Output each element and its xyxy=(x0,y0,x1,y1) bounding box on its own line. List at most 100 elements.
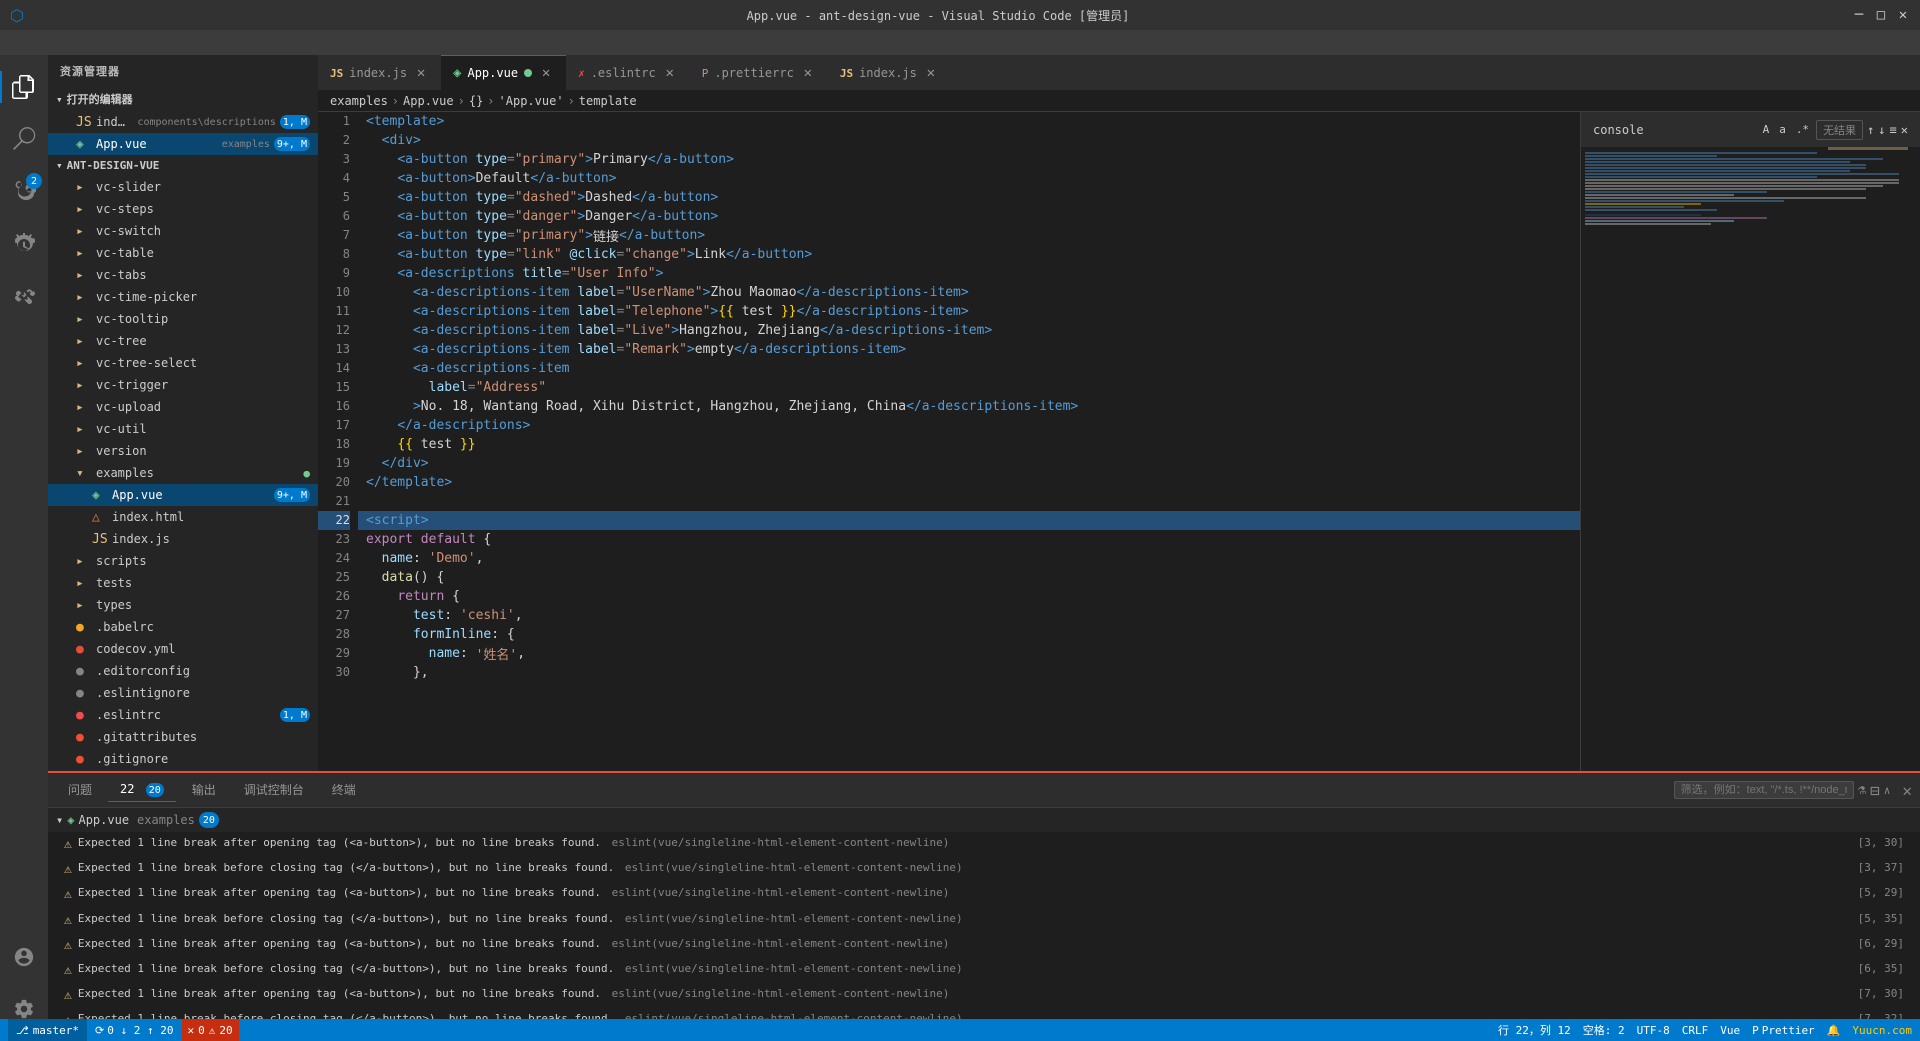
code-line-3[interactable]: <a-button type="primary">Primary</a-butt… xyxy=(358,150,1580,169)
sidebar-item-index-js[interactable]: JS index.js xyxy=(48,528,318,550)
status-cursor-item[interactable]: 行 22，列 12 xyxy=(1498,1022,1571,1038)
console-prev-btn[interactable]: ↑ xyxy=(1867,123,1874,137)
minimize-button[interactable]: ─ xyxy=(1852,8,1866,22)
sidebar-item-app-vue[interactable]: ◈ App.vue 9+, M xyxy=(48,484,318,506)
problem-item-1[interactable]: ⚠ Expected 1 line break after opening ta… xyxy=(48,832,1920,857)
sidebar-item-vc-tabs[interactable]: ▸ vc-tabs xyxy=(48,264,318,286)
code-line-17[interactable]: </a-descriptions> xyxy=(358,416,1580,435)
explorer-activity-icon[interactable] xyxy=(0,63,48,111)
tab-app-vue[interactable]: ◈ App.vue ✕ xyxy=(441,55,566,90)
code-line-1[interactable]: <template> xyxy=(358,112,1580,131)
sidebar-item-vc-upload[interactable]: ▸ vc-upload xyxy=(48,396,318,418)
sidebar-item-vc-tooltip[interactable]: ▸ vc-tooltip xyxy=(48,308,318,330)
console-close-btn[interactable]: ✕ xyxy=(1901,123,1908,137)
sidebar-item-vc-tree-select[interactable]: ▸ vc-tree-select xyxy=(48,352,318,374)
source-control-activity-icon[interactable]: 2 xyxy=(0,167,48,215)
panel-tab-terminal[interactable]: 终端 xyxy=(320,777,368,803)
account-activity-icon[interactable] xyxy=(0,933,48,981)
tab-close-app-vue[interactable]: ✕ xyxy=(538,65,554,81)
sidebar-item-types[interactable]: ▸ types xyxy=(48,594,318,616)
code-line-24[interactable]: name: 'Demo', xyxy=(358,549,1580,568)
sidebar-item-scripts[interactable]: ▸ scripts xyxy=(48,550,318,572)
code-line-4[interactable]: <a-button>Default</a-button> xyxy=(358,169,1580,188)
code-line-25[interactable]: data() { xyxy=(358,568,1580,587)
sidebar-item-version[interactable]: ▸ version xyxy=(48,440,318,462)
sidebar-item-examples[interactable]: ▾ examples ● xyxy=(48,462,318,484)
status-spaces-item[interactable]: 空格: 2 xyxy=(1583,1022,1625,1038)
breadcrumb-app-vue[interactable]: App.vue xyxy=(403,94,454,108)
tab-index-js-1[interactable]: JS index.js ✕ xyxy=(318,55,441,90)
code-line-11[interactable]: <a-descriptions-item label="Telephone">{… xyxy=(358,302,1580,321)
sidebar-item-gitattributes[interactable]: ● .gitattributes xyxy=(48,726,318,748)
code-line-28[interactable]: formInline: { xyxy=(358,625,1580,644)
code-line-30[interactable]: }, xyxy=(358,663,1580,682)
sidebar-item-gitignore[interactable]: ● .gitignore xyxy=(48,748,318,770)
problem-item-4[interactable]: ⚠ Expected 1 line break before closing t… xyxy=(48,908,1920,933)
breadcrumb-template[interactable]: template xyxy=(579,94,637,108)
status-language-item[interactable]: Vue xyxy=(1720,1024,1740,1037)
code-line-12[interactable]: <a-descriptions-item label="Live">Hangzh… xyxy=(358,321,1580,340)
code-line-27[interactable]: test: 'ceshi', xyxy=(358,606,1580,625)
console-next-btn[interactable]: ↓ xyxy=(1878,123,1885,137)
panel-up-btn[interactable]: ∧ xyxy=(1884,784,1891,797)
tab-close-index-js-1[interactable]: ✕ xyxy=(413,65,429,81)
sidebar-item-vc-trigger[interactable]: ▸ vc-trigger xyxy=(48,374,318,396)
console-a-btn[interactable]: a xyxy=(1776,122,1789,137)
code-line-10[interactable]: <a-descriptions-item label="UserName">Zh… xyxy=(358,283,1580,302)
ant-design-header[interactable]: ▾ ANT-DESIGN-VUE xyxy=(48,155,318,176)
status-encoding-item[interactable]: UTF-8 xyxy=(1637,1024,1670,1037)
status-sync-item[interactable]: ⟳ 0 ↓ 2 ↑ 20 xyxy=(95,1024,173,1037)
sidebar-item-vc-time-picker[interactable]: ▸ vc-time-picker xyxy=(48,286,318,308)
problem-item-6[interactable]: ⚠ Expected 1 line break before closing t… xyxy=(48,958,1920,983)
debug-activity-icon[interactable] xyxy=(0,219,48,267)
code-line-9[interactable]: <a-descriptions title="User Info"> xyxy=(358,264,1580,283)
sidebar-item-tests[interactable]: ▸ tests xyxy=(48,572,318,594)
problem-item-3[interactable]: ⚠ Expected 1 line break after opening ta… xyxy=(48,882,1920,907)
panel-tab-debug[interactable]: 调试控制台 xyxy=(232,777,316,803)
open-editor-item-app-vue[interactable]: ◈ App.vue examples 9+, M xyxy=(48,133,318,155)
panel-tab-problems[interactable]: 问题 xyxy=(56,777,104,803)
console-regex-btn[interactable]: .* xyxy=(1793,122,1812,137)
breadcrumb-examples[interactable]: examples xyxy=(330,94,388,108)
code-line-14[interactable]: <a-descriptions-item xyxy=(358,359,1580,378)
panel-tab-count[interactable]: 22 20 xyxy=(108,778,176,803)
tab-prettierrc[interactable]: P .prettierrc ✕ xyxy=(690,55,828,90)
maximize-button[interactable]: □ xyxy=(1874,8,1888,22)
code-line-5[interactable]: <a-button type="dashed">Dashed</a-button… xyxy=(358,188,1580,207)
tab-close-index-js-2[interactable]: ✕ xyxy=(923,65,939,81)
tab-index-js-2[interactable]: JS index.js ✕ xyxy=(828,55,951,90)
extensions-activity-icon[interactable] xyxy=(0,271,48,319)
sidebar-item-vc-table[interactable]: ▸ vc-table xyxy=(48,242,318,264)
sidebar-item-vc-switch[interactable]: ▸ vc-switch xyxy=(48,220,318,242)
status-errors-item[interactable]: ✕ 0 ⚠ 20 xyxy=(182,1019,239,1041)
sidebar-item-eslintignore[interactable]: ● .eslintignore xyxy=(48,682,318,704)
code-line-15[interactable]: label="Address" xyxy=(358,378,1580,397)
tab-close-prettierrc[interactable]: ✕ xyxy=(800,65,816,81)
problem-item-2[interactable]: ⚠ Expected 1 line break before closing t… xyxy=(48,857,1920,882)
status-prettier-item[interactable]: P Prettier xyxy=(1752,1024,1815,1037)
code-line-29[interactable]: name: '姓名', xyxy=(358,644,1580,663)
code-line-8[interactable]: <a-button type="link" @click="change">Li… xyxy=(358,245,1580,264)
status-notifications-item[interactable]: 🔔 xyxy=(1827,1024,1841,1037)
search-activity-icon[interactable] xyxy=(0,115,48,163)
sidebar-item-index-html[interactable]: △ index.html xyxy=(48,506,318,528)
tab-eslintrc[interactable]: ✗ .eslintrc ✕ xyxy=(566,55,690,90)
panel-expand-btn[interactable]: ⊟ xyxy=(1870,781,1880,800)
code-line-7[interactable]: <a-button type="primary">链接</a-button> xyxy=(358,226,1580,245)
sidebar-item-eslintrc[interactable]: ● .eslintrc 1, M xyxy=(48,704,318,726)
code-line-21[interactable] xyxy=(358,492,1580,511)
sidebar-item-vc-slider[interactable]: ▸ vc-slider xyxy=(48,176,318,198)
panel-tab-output[interactable]: 输出 xyxy=(180,777,228,803)
status-lineending-item[interactable]: CRLF xyxy=(1682,1024,1709,1037)
code-line-26[interactable]: return { xyxy=(358,587,1580,606)
tab-close-eslintrc[interactable]: ✕ xyxy=(662,65,678,81)
status-branch-btn[interactable]: ⎇ master* xyxy=(8,1019,87,1041)
code-line-2[interactable]: <div> xyxy=(358,131,1580,150)
sidebar-item-vc-tree[interactable]: ▸ vc-tree xyxy=(48,330,318,352)
problem-group-header[interactable]: ▾ ◈ App.vue examples 20 xyxy=(48,808,1920,832)
code-line-22[interactable]: <script> xyxy=(358,511,1580,530)
code-line-23[interactable]: export default { xyxy=(358,530,1580,549)
sidebar-item-editorconfig[interactable]: ● .editorconfig xyxy=(48,660,318,682)
code-line-13[interactable]: <a-descriptions-item label="Remark">empt… xyxy=(358,340,1580,359)
breadcrumb-appvue-string[interactable]: 'App.vue' xyxy=(499,94,564,108)
